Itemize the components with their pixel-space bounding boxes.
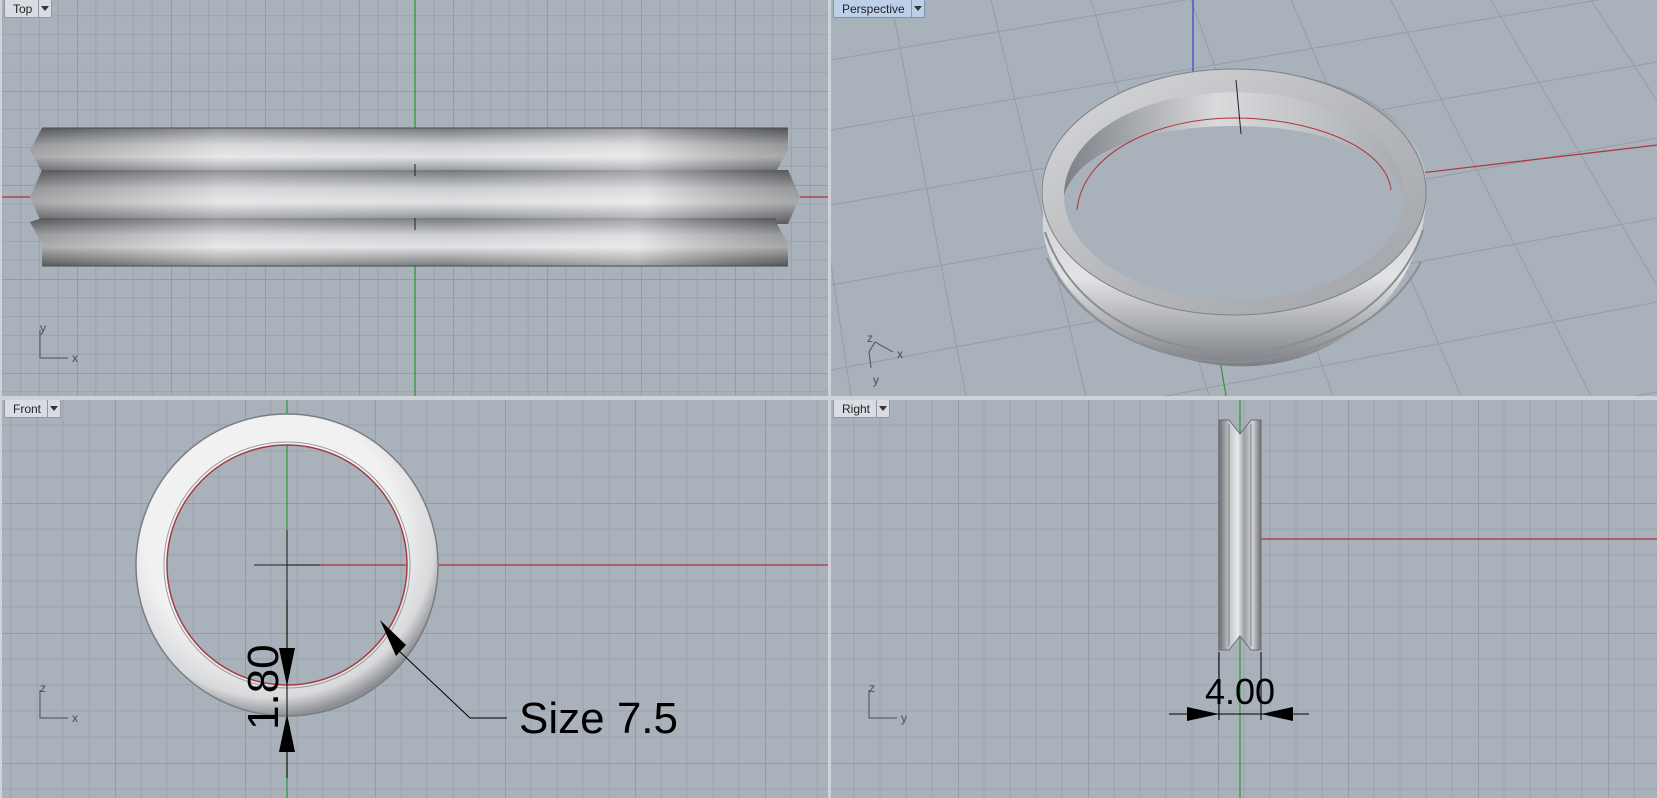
- rhino-modeling-window: Top y x Perspective z x y Front 1.80 Siz…: [0, 0, 1657, 798]
- viewport-perspective[interactable]: Perspective z x y: [831, 0, 1657, 396]
- viewport-title-top: Top: [13, 2, 33, 16]
- ring-size-label: Size 7.5: [519, 694, 678, 743]
- viewport-title-front: Front: [13, 402, 42, 416]
- ring-top-profile: [30, 127, 800, 267]
- viewport-top[interactable]: Top y x: [2, 0, 828, 396]
- width-dimension-label: 4.00: [1205, 671, 1275, 712]
- viewport-tab-top[interactable]: Top: [4, 0, 53, 18]
- viewport-menu-dropdown-icon[interactable]: [38, 0, 51, 17]
- viewport-menu-dropdown-icon[interactable]: [47, 400, 60, 417]
- viewport-tab-perspective[interactable]: Perspective: [833, 0, 925, 18]
- viewport-right[interactable]: Right 4.00 z y: [831, 400, 1657, 798]
- axis-label-y: y: [873, 373, 879, 387]
- viewport-tab-right[interactable]: Right: [833, 400, 891, 418]
- right-view-canvas: 4.00 z y: [831, 400, 1657, 798]
- axis-label-y: y: [901, 711, 907, 725]
- axis-label-z: z: [869, 681, 875, 695]
- perspective-view-canvas: z x y: [831, 0, 1657, 396]
- axis-label-y: y: [40, 321, 46, 335]
- axis-gizmo-perspective: z x y: [867, 331, 903, 387]
- viewport-front[interactable]: Front 1.80 Size 7.5 z x: [2, 400, 828, 798]
- viewport-title-perspective: Perspective: [842, 2, 905, 16]
- axis-label-x: x: [72, 351, 78, 365]
- axis-label-z: z: [867, 331, 873, 345]
- front-view-canvas: 1.80 Size 7.5 z x: [2, 400, 828, 798]
- thickness-dimension-label: 1.80: [239, 644, 288, 730]
- viewport-menu-dropdown-icon[interactable]: [876, 400, 889, 417]
- ring-side-profile: [1218, 419, 1262, 651]
- viewport-menu-dropdown-icon[interactable]: [910, 0, 924, 17]
- viewport-tab-front[interactable]: Front: [4, 400, 62, 418]
- top-view-canvas: y x: [2, 0, 828, 396]
- ring-perspective: [1041, 68, 1427, 367]
- axis-label-x: x: [897, 347, 903, 361]
- viewport-title-right: Right: [842, 402, 871, 416]
- axis-label-x: x: [72, 711, 78, 725]
- axis-label-z: z: [40, 681, 46, 695]
